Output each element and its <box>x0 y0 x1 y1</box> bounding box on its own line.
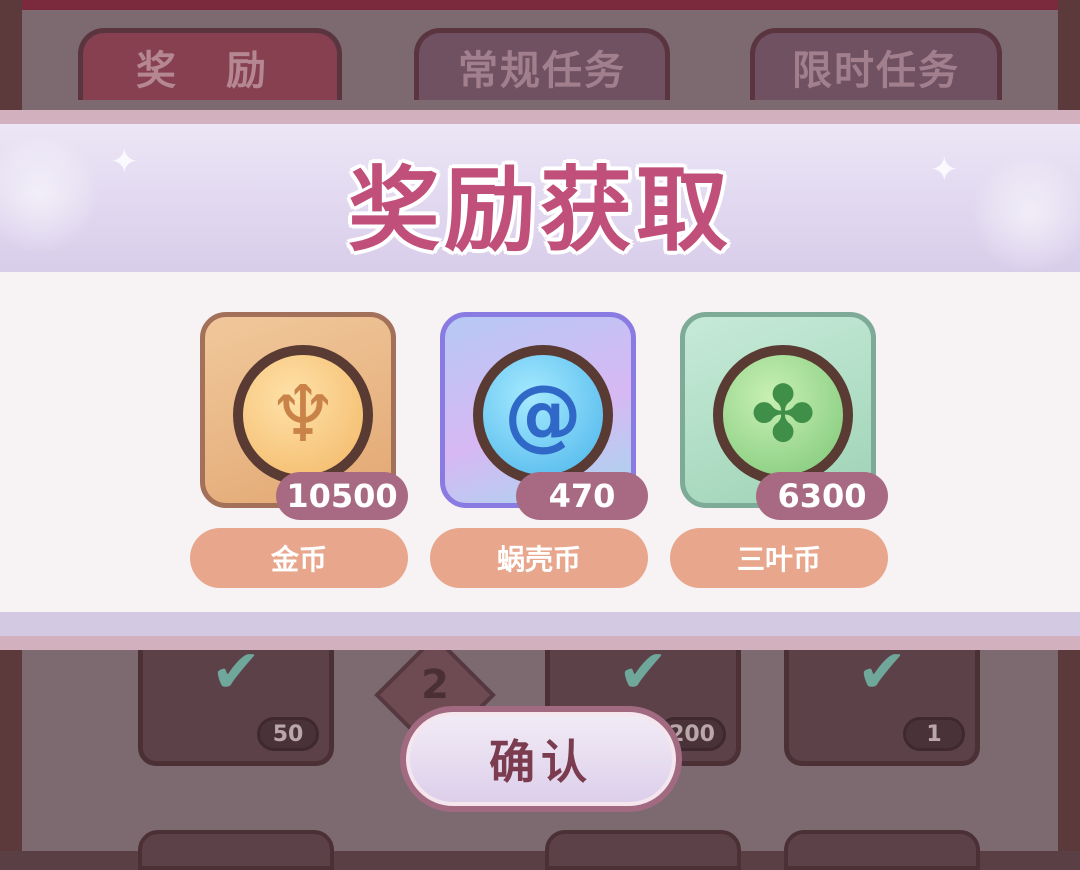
reward-item-snail-shell: @ 470 蜗壳币 <box>430 312 648 592</box>
checkmark-icon: ✔ <box>210 637 262 707</box>
checkmark-icon: ✔ <box>617 637 669 707</box>
confirm-button[interactable]: 确认 <box>400 706 682 812</box>
task-card: ✔ 1 <box>784 642 980 766</box>
reward-modal: ✦ ✦ 奖励获取 ♆ 10500 金币 @ 470 蜗壳币 ✤ 6300 三叶币 <box>0 110 1080 650</box>
reward-item-gold: ♆ 10500 金币 <box>190 312 408 592</box>
clover-coin-icon: ✤ <box>713 345 853 485</box>
tab-reward[interactable]: 奖 励 <box>78 28 342 100</box>
top-bar <box>0 0 1080 10</box>
reward-name: 金币 <box>190 528 408 588</box>
reward-amount: 470 <box>516 472 648 520</box>
task-card-quantity: 1 <box>903 717 965 751</box>
reward-amount: 6300 <box>756 472 888 520</box>
reward-item-clover: ✤ 6300 三叶币 <box>670 312 888 592</box>
task-card: ✔ 50 <box>138 642 334 766</box>
tab-limited-tasks[interactable]: 限时任务 <box>750 28 1002 100</box>
gold-coin-icon: ♆ <box>233 345 373 485</box>
reward-amount: 10500 <box>276 472 408 520</box>
modal-body: ♆ 10500 金币 @ 470 蜗壳币 ✤ 6300 三叶币 <box>0 272 1080 612</box>
reward-name: 蜗壳币 <box>430 528 648 588</box>
snail-shell-coin-icon: @ <box>473 345 613 485</box>
reward-name: 三叶币 <box>670 528 888 588</box>
modal-header: ✦ ✦ 奖励获取 <box>0 124 1080 272</box>
modal-title: 奖励获取 <box>347 157 732 264</box>
modal-bottom-band <box>0 612 1080 636</box>
task-card-quantity: 50 <box>257 717 319 751</box>
task-card-partial <box>784 830 980 870</box>
task-card-partial <box>138 830 334 870</box>
checkmark-icon: ✔ <box>856 637 908 707</box>
tab-regular-tasks[interactable]: 常规任务 <box>414 28 670 100</box>
task-card-partial <box>545 830 741 870</box>
